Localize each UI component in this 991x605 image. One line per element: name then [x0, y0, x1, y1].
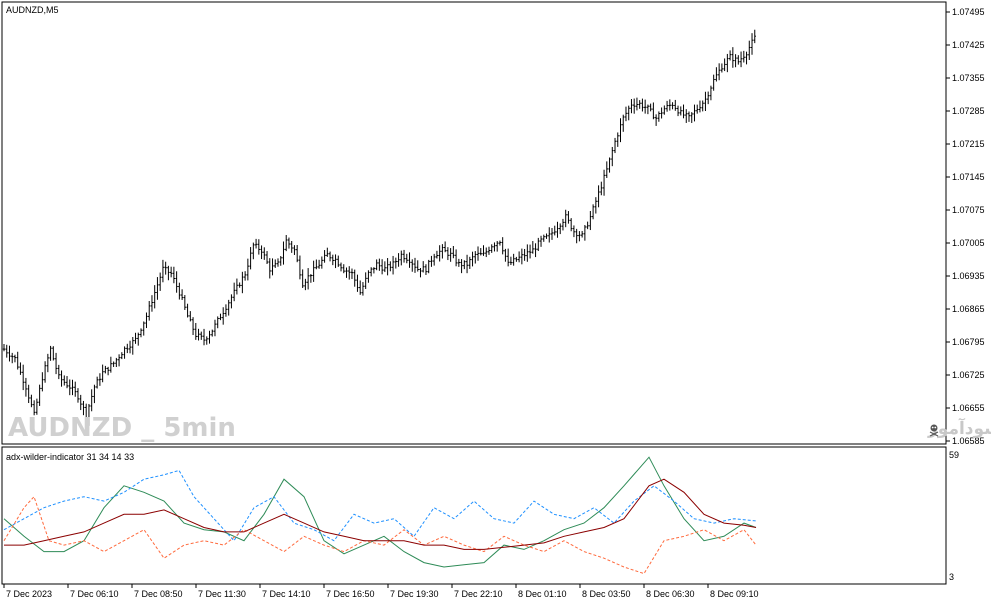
time-tick-label: 7 Dec 06:10 — [70, 589, 119, 599]
time-tick-label: 7 Dec 11:30 — [198, 589, 246, 599]
time-tick-label: 8 Dec 06:30 — [646, 589, 695, 599]
indicator-scale-max: 59 — [949, 450, 959, 460]
price-axis: 1.07495 1.07425 1.07355 1.07285 1.07215 1.071… — [946, 7, 985, 446]
price-tick-label: 1.06655 — [952, 403, 985, 413]
price-chart-frame[interactable] — [1, 1, 947, 445]
time-tick-label: 7 Dec 2023 — [6, 589, 52, 599]
time-tick-label: 7 Dec 22:10 — [454, 589, 503, 599]
price-tick-label: 1.07355 — [952, 73, 985, 83]
time-axis: 7 Dec 2023 7 Dec 06:10 7 Dec 08:50 7 Dec 11… — [3, 584, 759, 599]
time-tick-label: 7 Dec 14:10 — [262, 589, 311, 599]
price-tick-label: 1.07495 — [952, 7, 985, 17]
price-tick-label: 1.06795 — [952, 337, 985, 347]
price-tick-label: 1.07075 — [952, 205, 985, 215]
price-tick-label: 1.07005 — [952, 238, 985, 248]
watermark-symbol: AUDNZD _ 5min — [8, 413, 236, 443]
indicator-title: adx-wilder-indicator 31 34 14 33 — [6, 452, 134, 462]
price-tick-label: 1.07215 — [952, 139, 985, 149]
time-tick-label: 8 Dec 09:10 — [710, 589, 759, 599]
price-tick-label: 1.06865 — [952, 304, 985, 314]
price-tick-label: 1.07285 — [952, 106, 985, 116]
time-tick-label: 7 Dec 16:50 — [326, 589, 375, 599]
price-tick-label: 1.07145 — [952, 172, 985, 182]
price-tick-label: 1.06725 — [952, 370, 985, 380]
time-tick-label: 8 Dec 01:10 — [518, 589, 567, 599]
indicator-scale-min: 3 — [949, 572, 954, 582]
time-tick-label: 8 Dec 03:50 — [582, 589, 631, 599]
chart-title: AUDNZD,M5 — [6, 5, 59, 15]
time-tick-label: 7 Dec 19:30 — [390, 589, 439, 599]
time-tick-label: 7 Dec 08:50 — [134, 589, 183, 599]
price-tick-label: 1.06935 — [952, 271, 985, 281]
trading-chart[interactable]: 1.07495 1.07425 1.07355 1.07285 1.07215 1.071… — [0, 0, 991, 605]
price-tick-label: 1.07425 — [952, 40, 985, 50]
